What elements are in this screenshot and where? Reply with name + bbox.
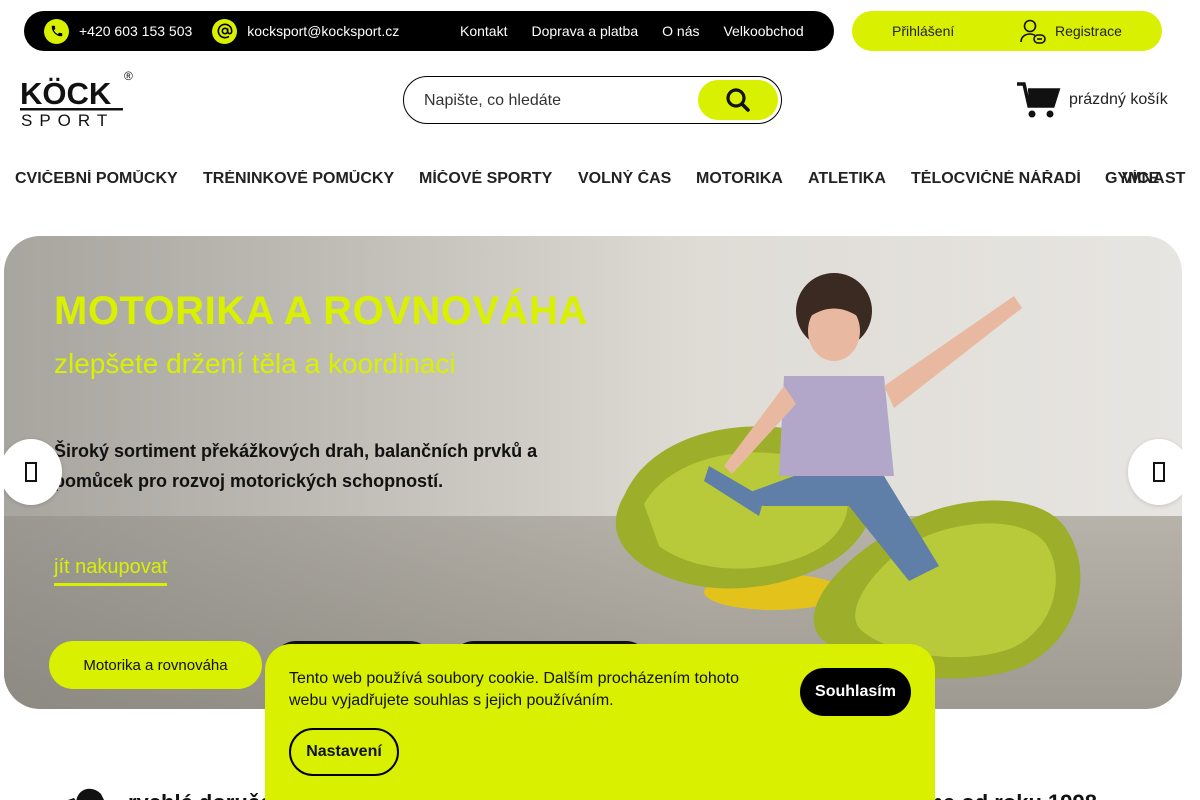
link-doprava[interactable]: Doprava a platba [531, 23, 638, 39]
search-box [403, 76, 782, 124]
logo-text-sport: SPORT [21, 111, 114, 130]
hero-description: Široký sortiment překážkových drah, bala… [54, 441, 538, 491]
nav-telocvicne-naradi[interactable]: TĚLOCVIČNÉ NÁŘADÍ [911, 170, 1081, 188]
chevron-right-icon [1153, 462, 1165, 482]
user-add-icon [1020, 19, 1046, 44]
cookie-banner: Tento web používá soubory cookie. Dalším… [265, 644, 935, 800]
nav-overflow-item[interactable]: ST [1165, 170, 1185, 188]
chevron-left-icon [25, 462, 37, 482]
main-navigation: CVIČEBNÍ POMŮCKY TRÉNINKOVÉ POMŮCKY MÍČO… [0, 170, 1200, 194]
top-contact-bar: +420 603 153 503 kocksport@kocksport.cz … [24, 11, 834, 51]
nav-atletika[interactable]: ATLETIKA [808, 170, 886, 188]
nav-treninkove-pomucky[interactable]: TRÉNINKOVÉ POMŮCKY [203, 170, 394, 188]
nav-volny-cas[interactable]: VOLNÝ ČAS [578, 170, 671, 188]
cookie-accept-button[interactable]: Souhlasím [800, 668, 911, 716]
register-link[interactable]: Registrace [1019, 17, 1122, 45]
cart[interactable]: prázdný košík [1017, 81, 1168, 119]
hero-title: MOTORIKA A ROVNOVÁHA [54, 289, 588, 333]
shop-now-link[interactable]: jít nakupovat [54, 556, 168, 586]
delivery-icon [68, 788, 104, 800]
search-icon [726, 88, 750, 112]
cart-icon [1017, 82, 1061, 118]
logo-text-kock: KÖCK [20, 76, 112, 111]
register-label: Registrace [1055, 23, 1122, 39]
search-button[interactable] [698, 80, 778, 120]
kock-sport-logo[interactable]: KÖCK SPORT ® [20, 68, 140, 130]
cookie-settings-button[interactable]: Nastavení [289, 728, 399, 776]
cookie-message: Tento web používá soubory cookie. Dalším… [289, 670, 740, 709]
top-links: Kontakt Doprava a platba O nás Velkoobch… [460, 11, 804, 51]
login-link[interactable]: Přihlášení [892, 23, 954, 39]
cart-label: prázdný košík [1069, 91, 1168, 108]
link-o-nas[interactable]: O nás [662, 23, 699, 39]
link-kontakt[interactable]: Kontakt [460, 23, 507, 39]
at-sign-icon [212, 18, 238, 44]
hero-banner: MOTORIKA A ROVNOVÁHA zlepšete držení těl… [4, 236, 1182, 709]
email-address: kocksport@kocksport.cz [247, 23, 400, 39]
phone-icon [44, 18, 69, 44]
nav-more[interactable]: VÍCE [1122, 170, 1159, 188]
logo-registered-mark: ® [124, 69, 133, 83]
carousel-next-button[interactable] [1128, 439, 1182, 505]
email-contact[interactable]: kocksport@kocksport.cz [212, 18, 400, 44]
carousel-tab-motorika[interactable]: Motorika a rovnováha [49, 641, 262, 689]
phone-contact[interactable]: +420 603 153 503 [44, 18, 193, 44]
search-input[interactable] [424, 89, 694, 113]
benefit-fast-delivery: rychlé doruče [128, 790, 272, 800]
link-velkoobchod[interactable]: Velkoobchod [723, 23, 803, 39]
nav-motorika[interactable]: MOTORIKA [696, 170, 783, 188]
phone-number: +420 603 153 503 [79, 23, 193, 39]
nav-cvicebni-pomucky[interactable]: CVIČEBNÍ POMŮCKY [15, 170, 178, 188]
hero-subtitle: zlepšete držení těla a koordinaci [54, 348, 456, 379]
nav-micove-sporty[interactable]: MÍČOVÉ SPORTY [419, 170, 552, 188]
auth-bar: Přihlášení Registrace [852, 11, 1162, 51]
